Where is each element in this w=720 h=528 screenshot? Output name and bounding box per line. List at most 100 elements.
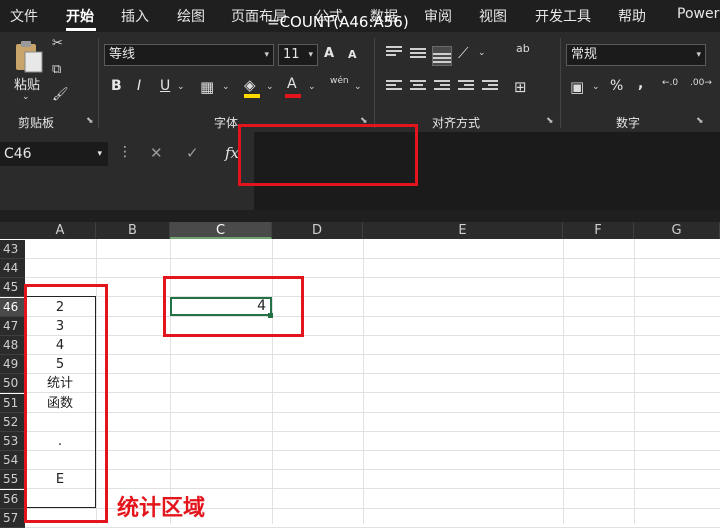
chevron-down-icon[interactable]: ▾	[97, 142, 102, 166]
cut-icon[interactable]: ✂	[52, 36, 63, 51]
chevron-down-icon[interactable]: ⌄	[266, 82, 274, 92]
column-header-D[interactable]: D	[272, 222, 363, 239]
row-header[interactable]: 46	[0, 298, 25, 317]
tab-home[interactable]: 开始	[66, 6, 94, 26]
alignment-launcher-icon[interactable]: ⬊	[546, 116, 554, 126]
tab-insert[interactable]: 插入	[121, 6, 149, 26]
merge-center-icon[interactable]: ⊞	[514, 78, 527, 96]
copy-icon[interactable]: ⧉	[52, 62, 61, 77]
name-box-value: C46	[4, 146, 32, 162]
more-options-icon[interactable]: ⋮	[118, 144, 132, 160]
number-launcher-icon[interactable]: ⬊	[696, 116, 704, 126]
chevron-down-icon[interactable]: ⌄	[177, 82, 185, 92]
decrease-decimal-icon[interactable]: .00→	[690, 78, 712, 88]
row-header[interactable]: 57	[0, 509, 25, 528]
row-header[interactable]: 45	[0, 278, 25, 297]
cancel-icon[interactable]: ✕	[150, 144, 163, 162]
align-middle-icon[interactable]	[410, 48, 426, 62]
row-header[interactable]: 54	[0, 451, 25, 470]
select-all-corner[interactable]	[0, 222, 25, 239]
paste-icon[interactable]	[12, 40, 44, 74]
shrink-font-button[interactable]: A	[348, 48, 357, 61]
border-icon[interactable]: ▦	[200, 78, 214, 96]
chevron-down-icon[interactable]: ⌄	[592, 82, 600, 92]
chevron-down-icon[interactable]: ⌄	[308, 82, 316, 92]
column-header-G[interactable]: G	[634, 222, 720, 239]
underline-button[interactable]: U	[160, 78, 170, 94]
tab-power[interactable]: Power	[677, 6, 719, 22]
group-divider	[374, 38, 375, 128]
align-top-icon[interactable]	[386, 46, 402, 60]
tab-help[interactable]: 帮助	[618, 6, 646, 26]
align-center-icon[interactable]	[410, 80, 426, 94]
result-highlight-box	[163, 276, 304, 337]
cell-A44[interactable]	[25, 259, 95, 278]
paste-dropdown-icon[interactable]: ⌄	[22, 92, 30, 102]
increase-decimal-icon[interactable]: ←.0	[662, 78, 678, 88]
row-header[interactable]: 55	[0, 470, 25, 489]
row-header[interactable]: 47	[0, 317, 25, 336]
row-header[interactable]: 49	[0, 355, 25, 374]
grid-row-line	[25, 296, 720, 297]
tab-draw[interactable]: 绘图	[177, 6, 205, 26]
font-group-label: 字体	[214, 116, 239, 130]
column-header-E[interactable]: E	[363, 222, 563, 239]
row-header[interactable]: 51	[0, 394, 25, 413]
chevron-down-icon[interactable]: ▾	[696, 45, 701, 65]
accounting-format-icon[interactable]: ▣	[570, 78, 584, 96]
chevron-down-icon[interactable]: ⌄	[222, 82, 230, 92]
align-left-icon[interactable]	[386, 80, 402, 94]
chevron-down-icon[interactable]: ▾	[264, 45, 269, 65]
row-header[interactable]: 44	[0, 259, 25, 278]
row-header[interactable]: 48	[0, 336, 25, 355]
column-header-F[interactable]: F	[563, 222, 634, 239]
chevron-down-icon[interactable]: ⌄	[478, 48, 486, 58]
grow-font-button[interactable]: A	[324, 46, 334, 61]
align-right-icon[interactable]	[434, 80, 450, 94]
number-format-value: 常规	[571, 47, 598, 62]
paste-button[interactable]: 粘贴	[14, 74, 40, 93]
tab-file[interactable]: 文件	[10, 6, 38, 26]
decrease-indent-icon[interactable]	[458, 80, 474, 94]
column-header-C[interactable]: C	[170, 222, 272, 239]
tab-developer[interactable]: 开发工具	[535, 6, 591, 26]
grid-row-line	[25, 316, 720, 317]
chevron-down-icon[interactable]: ⌄	[354, 82, 362, 92]
row-header[interactable]: 56	[0, 490, 25, 509]
column-header-A[interactable]: A	[25, 222, 96, 239]
column-header-B[interactable]: B	[96, 222, 170, 239]
align-bottom-icon[interactable]	[432, 46, 452, 66]
row-header[interactable]: 53	[0, 432, 25, 451]
comma-style-button[interactable]: ,	[638, 76, 643, 92]
tab-view[interactable]: 视图	[479, 6, 507, 26]
italic-button[interactable]: I	[137, 78, 141, 94]
increase-indent-icon[interactable]	[482, 80, 498, 94]
wrap-text-icon[interactable]: ab	[516, 42, 530, 55]
row-header[interactable]: 43	[0, 240, 25, 259]
grid-row-line	[25, 412, 720, 413]
grid-row-line	[25, 258, 720, 259]
format-painter-icon[interactable]: 🖌	[52, 87, 69, 102]
grid-row-line	[25, 335, 720, 336]
cell-A43[interactable]	[25, 240, 95, 259]
bold-button[interactable]: B	[111, 78, 122, 94]
formula-input[interactable]: =COUNT(A46:A56)	[267, 13, 409, 31]
font-color-button[interactable]: A	[287, 76, 297, 92]
font-size-combo[interactable]: 11 ▾	[278, 44, 318, 66]
name-box[interactable]: C46 ▾	[0, 142, 108, 166]
range-annotation-label: 统计区域	[117, 496, 206, 521]
number-format-combo[interactable]: 常规 ▾	[566, 44, 706, 66]
percent-button[interactable]: %	[610, 78, 623, 94]
row-header[interactable]: 52	[0, 413, 25, 432]
enter-icon[interactable]: ✓	[186, 144, 199, 162]
row-header[interactable]: 50	[0, 374, 25, 393]
chevron-down-icon[interactable]: ▾	[308, 45, 313, 65]
orientation-icon[interactable]: ⟋	[458, 44, 469, 62]
ribbon: 粘贴 ⌄ ✂ ⧉ 🖌 剪贴板 ⬊ 等线 ▾ 11 ▾ A A B I U ⌄ ▦…	[0, 32, 720, 132]
insert-function-icon[interactable]: fx	[225, 144, 239, 162]
clipboard-launcher-icon[interactable]: ⬊	[86, 116, 94, 126]
tab-review[interactable]: 审阅	[424, 6, 452, 26]
font-name-combo[interactable]: 等线 ▾	[104, 44, 274, 66]
phonetic-guide-icon[interactable]: wén	[330, 76, 349, 86]
fill-color-icon[interactable]: ◈	[244, 76, 256, 94]
